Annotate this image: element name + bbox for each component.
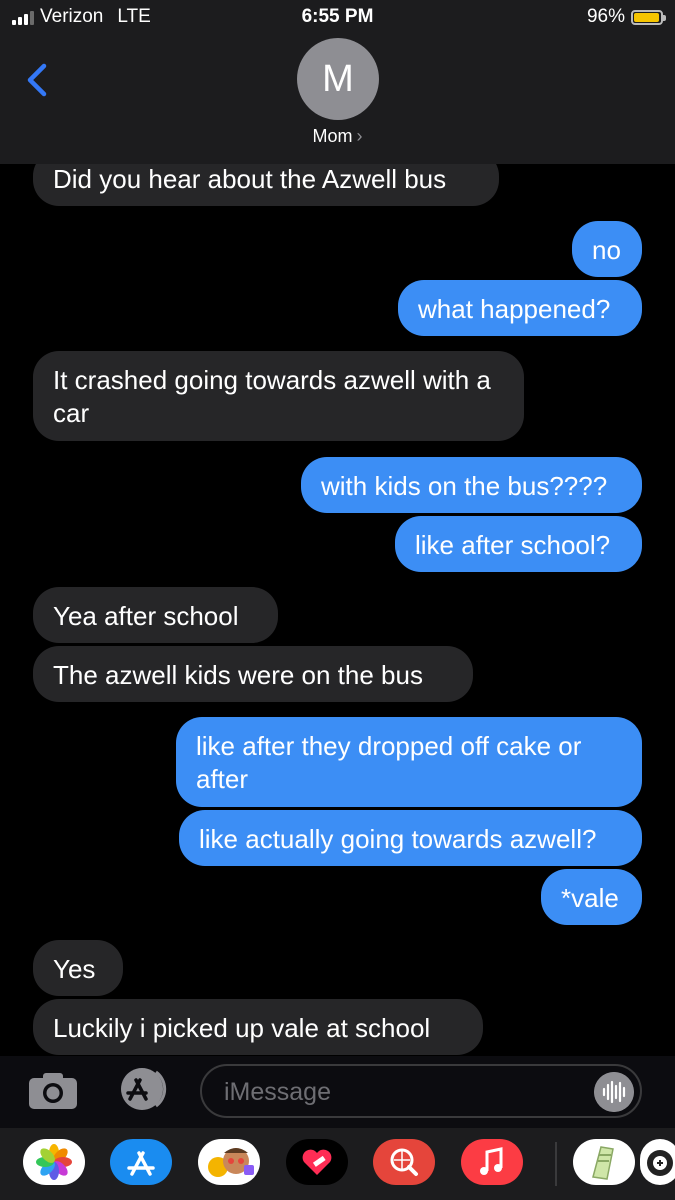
music-icon[interactable]: [461, 1139, 523, 1185]
message-bubble-outgoing[interactable]: like after they dropped off cake or afte…: [176, 717, 642, 807]
contact-name: Mom: [312, 126, 353, 146]
status-right: 96%: [586, 6, 666, 28]
message-input-placeholder: iMessage: [224, 1078, 331, 1106]
compose-bar: iMessage: [0, 1056, 675, 1128]
message-bubble-incoming[interactable]: Yes: [33, 940, 123, 996]
message-bubble-outgoing[interactable]: like after school?: [395, 516, 642, 572]
message-bubble-incoming[interactable]: Yea after school: [33, 587, 278, 643]
avatar-initial: M: [322, 57, 354, 100]
contact-name-button[interactable]: Mom ›: [0, 126, 675, 147]
battery-icon: [631, 9, 666, 25]
message-bubble-outgoing[interactable]: what happened?: [398, 280, 642, 336]
app-store-icon[interactable]: [112, 1066, 172, 1112]
sticker-app-icon[interactable]: [573, 1139, 635, 1185]
memoji-icon[interactable]: [198, 1139, 260, 1185]
message-bubble-incoming[interactable]: Luckily i picked up vale at school: [33, 999, 483, 1055]
imessage-app-drawer: [0, 1128, 675, 1200]
drawer-divider: [555, 1142, 557, 1186]
app-store-icon[interactable]: [110, 1139, 172, 1185]
game-app-icon[interactable]: [640, 1139, 675, 1185]
message-thread[interactable]: Did you hear about the Azwell bus no wha…: [0, 164, 675, 1056]
heart-sticker-icon[interactable]: [286, 1139, 348, 1185]
clock: 6:55 PM: [301, 6, 374, 27]
chevron-right-icon: ›: [356, 126, 363, 146]
message-bubble-outgoing[interactable]: *vale: [541, 869, 642, 925]
photos-icon[interactable]: [23, 1139, 85, 1185]
audio-waveform-icon[interactable]: [594, 1072, 634, 1112]
web-search-icon[interactable]: [373, 1139, 435, 1185]
message-bubble-outgoing[interactable]: no: [572, 221, 642, 277]
message-bubble-incoming[interactable]: The azwell kids were on the bus: [33, 646, 473, 702]
contact-avatar[interactable]: M: [297, 38, 379, 120]
message-bubble-outgoing[interactable]: with kids on the bus????: [301, 457, 642, 513]
battery-percent: 96%: [586, 6, 625, 27]
message-bubble-incoming[interactable]: Did you hear about the Azwell bus: [33, 164, 499, 206]
message-input[interactable]: iMessage: [200, 1064, 642, 1118]
status-bar: Verizon LTE 6:55 PM 96%: [0, 0, 675, 36]
conversation-header: M Mom ›: [0, 36, 675, 164]
camera-icon[interactable]: [28, 1070, 78, 1110]
message-bubble-outgoing[interactable]: like actually going towards azwell?: [179, 810, 642, 866]
message-bubble-incoming[interactable]: It crashed going towards azwell with a c…: [33, 351, 524, 441]
back-chevron-icon[interactable]: [24, 60, 60, 100]
